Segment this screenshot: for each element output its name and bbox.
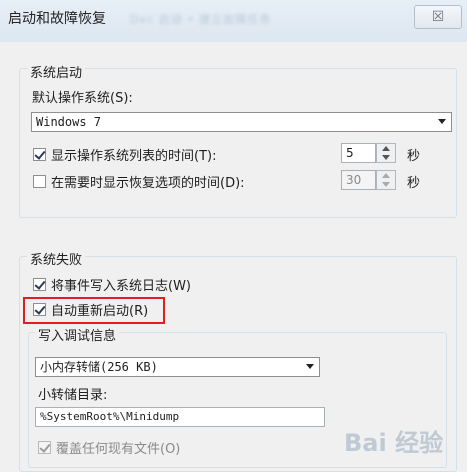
show-os-list-time-input[interactable]: 5 [341,143,376,163]
close-button[interactable]: ☒ [414,5,462,29]
write-event-label: 将事件写入系统日志(W) [51,279,191,294]
spin-up-icon [382,146,390,151]
debug-type-value: 小内存转储(256 KB) [40,360,158,374]
show-os-list-label: 显示操作系统列表的时间(T): [51,149,217,164]
spin-down-icon [382,155,390,160]
show-recovery-time-input[interactable]: 30 [341,170,376,190]
overwrite-checkbox[interactable] [38,441,51,454]
chevron-down-icon [438,119,446,124]
auto-restart-checkbox[interactable] [33,303,46,316]
default-os-select[interactable]: Windows 7 [31,112,452,132]
debug-group-label: 写入调试信息 [35,325,120,344]
auto-restart-label: 自动重新启动(R) [51,304,149,319]
show-recovery-unit: 秒 [407,176,421,191]
debug-type-select[interactable]: 小内存转储(256 KB) [35,357,320,377]
default-os-value: Windows 7 [36,115,102,129]
show-recovery-checkbox[interactable] [33,175,46,188]
close-icon: ☒ [431,9,445,25]
show-recovery-spinner[interactable] [376,170,396,190]
show-os-list-checkbox[interactable] [33,148,46,161]
write-event-checkbox[interactable] [33,278,46,291]
show-os-list-unit: 秒 [407,149,421,164]
startup-group-label: 系统启动 [27,62,86,81]
watermark: Bai 经验 [344,429,444,457]
spin-down-icon [382,182,390,187]
minidump-dir-input[interactable]: %SystemRoot%\Minidump [35,407,325,427]
window-title: 启动和故障恢复 [8,11,106,27]
default-os-label: 默认操作系统(S): [32,91,133,106]
minidump-dir-label: 小转储目录: [38,388,108,403]
spin-up-icon [382,173,390,178]
chevron-down-icon [306,364,314,369]
show-os-list-spinner[interactable] [376,143,396,163]
blurred-background-text: Dec 启动 • 建立故障任务 [130,13,272,26]
failure-group-label: 系统失败 [27,249,86,268]
overwrite-label: 覆盖任何现有文件(O) [56,442,181,457]
show-recovery-label: 在需要时显示恢复选项的时间(D): [51,176,245,191]
